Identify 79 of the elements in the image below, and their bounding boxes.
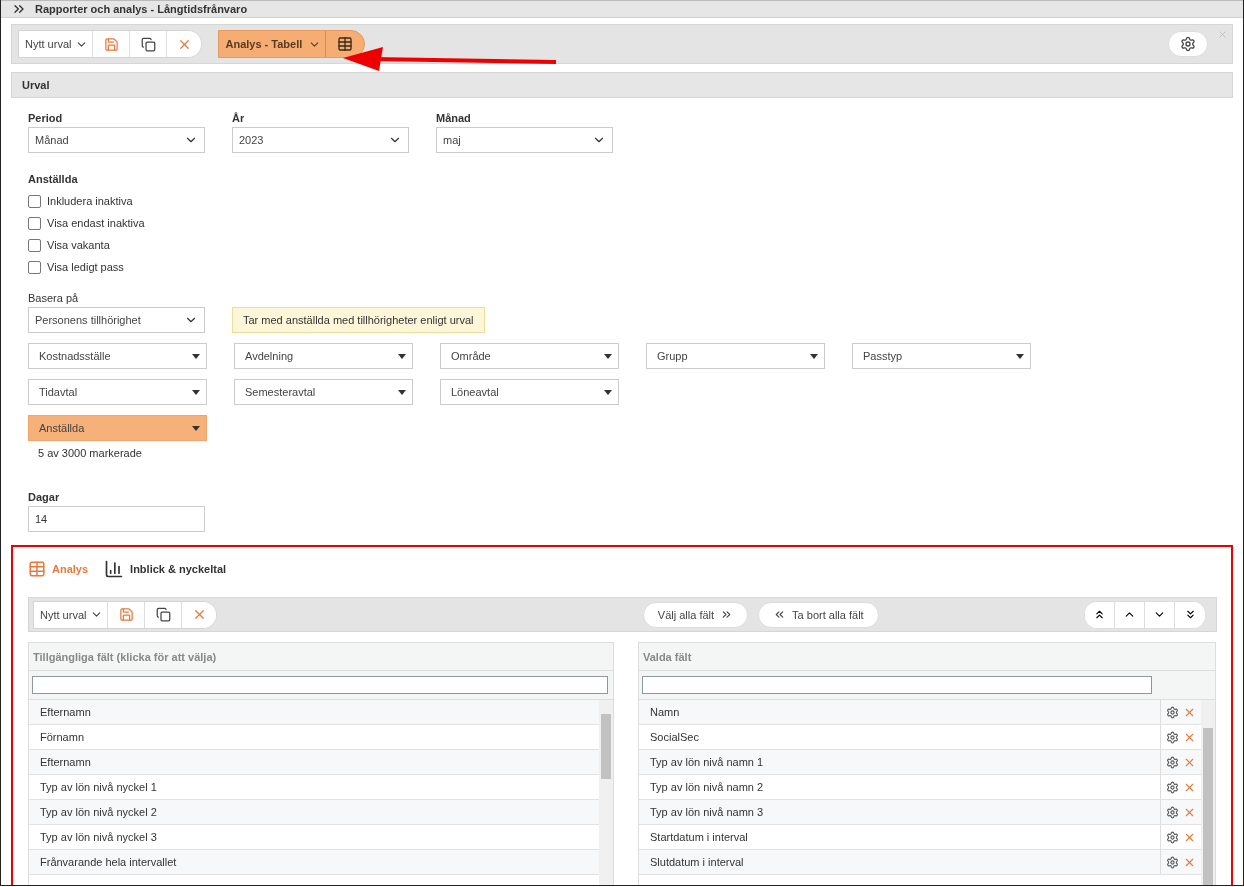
field-label: Månad [436,112,472,124]
checkbox[interactable] [28,260,41,274]
checkbox-label: Visa endast inaktiva [47,217,145,229]
checkbox-label: Visa vakanta [47,239,110,251]
settings-icon[interactable] [1166,755,1179,769]
remove-all-button[interactable]: Ta bort alla fält [758,601,879,628]
chosen-field-text: Namn [650,706,680,718]
caret-icon [398,353,406,359]
filter-input[interactable] [32,676,608,694]
filter-dropdown[interactable]: Passtyp [852,343,1031,369]
caret-icon [604,389,612,395]
window-title: Rapporter och analys - Långtidsfrånvaro [35,3,248,15]
copy-icon [155,607,171,622]
chosen-field-text: Typ av lön nivå namn 3 [650,806,764,818]
checkbox[interactable] [28,194,41,208]
filter-input[interactable] [642,676,1152,694]
caret-icon [192,425,200,431]
settings-icon[interactable] [1166,830,1179,844]
settings-icon [1180,36,1196,52]
field-label: År [232,112,246,124]
settings-icon[interactable] [1166,730,1179,744]
field-list-item[interactable]: Typ av lön nivå nyckel 2 [29,800,599,825]
settings-icon[interactable] [1166,805,1179,819]
days-input[interactable]: 14 [28,506,205,532]
info-note: Tar med anställda med tillhörigheter enligt urval [232,307,485,333]
caret-icon [1016,353,1024,359]
checkbox-label: Visa ledigt pass [47,261,124,273]
select-field[interactable]: 2023 [232,127,409,153]
caret-icon [192,389,200,395]
field-label: Basera på [28,292,80,304]
select-field[interactable]: Månad [28,127,205,153]
settings-icon[interactable] [1166,855,1179,869]
filter-dropdown[interactable]: Tidavtal [28,379,207,405]
caret-icon [810,353,818,359]
checkbox[interactable] [28,216,41,230]
caret-icon [398,389,406,395]
filter-dropdown[interactable]: Kostnadsställe [28,343,207,369]
scrollbar[interactable] [1201,700,1215,885]
filter-dropdown[interactable]: Grupp [646,343,825,369]
filter-dropdown[interactable]: Område [440,343,619,369]
chosen-field-text: Typ av lön nivå namn 1 [650,756,764,768]
chosen-field-text: SocialSec [650,731,699,743]
filter-dropdown[interactable]: Avdelning [234,343,413,369]
select-field[interactable]: Personens tillhörighet [28,307,205,333]
double-chevron-up-icon [1093,608,1106,621]
chosen-field-text: Startdatum i interval [650,831,748,843]
column-header: Valda fält [639,643,1215,671]
settings-button[interactable] [1168,31,1208,57]
filter-dropdown[interactable]: Löneavtal [440,379,619,405]
settings-icon[interactable] [1166,705,1179,719]
selection-count: 5 av 3000 markerade [38,447,143,459]
move-top-button[interactable] [1085,601,1115,628]
caret-icon [192,353,200,359]
filter-dropdown[interactable]: Anställda [28,415,207,441]
field-list-item[interactable]: Efternamn [29,700,599,725]
save-icon [103,36,119,52]
scrollbar[interactable] [599,700,613,885]
column-header: Tillgängliga fält (klicka för att välja) [29,643,613,671]
table-icon [337,36,354,52]
caret-icon [604,353,612,359]
chosen-field-text: Typ av lön nivå namn 2 [650,781,764,793]
chart-icon [104,559,125,579]
save-icon [118,607,134,622]
group-label: Anställda [28,173,79,185]
table-icon [28,560,46,578]
field-label: Period [28,112,64,124]
tab[interactable]: Inblick & nyckeltal [104,559,227,579]
chosen-field-text: Slutdatum i interval [650,856,744,868]
field-label: Dagar [28,491,61,503]
section-title: Urval [22,79,50,91]
filter-dropdown[interactable]: Semesteravtal [234,379,413,405]
field-list-item[interactable]: Frånvarande hela intervallet [29,850,599,875]
select-all-button[interactable]: Välj alla fält [642,601,749,628]
field-list-item[interactable]: Efternamn [29,750,599,775]
checkbox-label: Inkludera inaktiva [47,195,133,207]
checkbox[interactable] [28,238,41,252]
select-field[interactable]: maj [436,127,613,153]
settings-icon[interactable] [1166,780,1179,794]
copy-icon [140,36,156,52]
